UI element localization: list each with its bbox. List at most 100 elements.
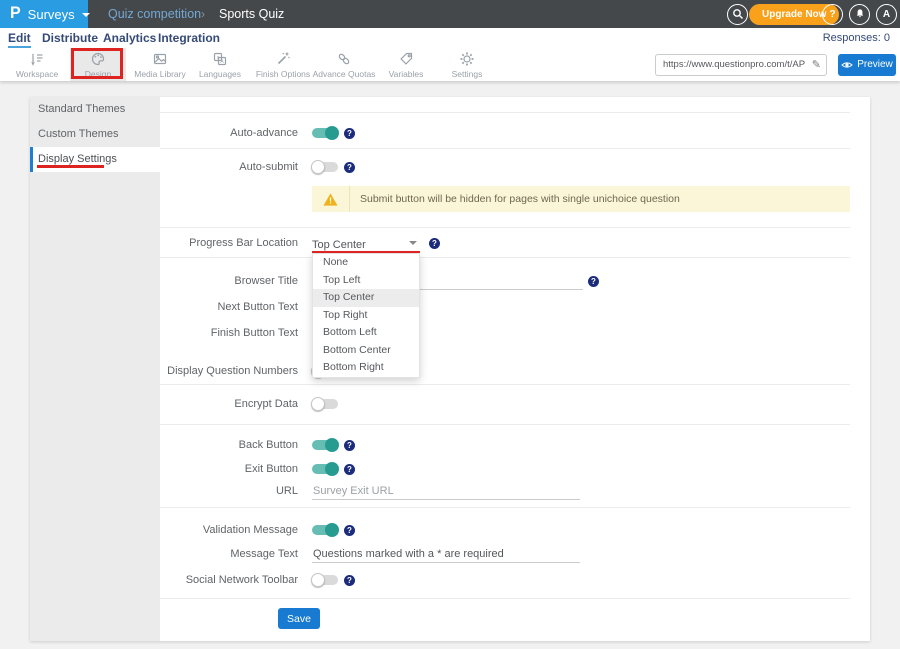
encrypt-data-row: Encrypt Data <box>160 396 850 412</box>
toolbar-design-button[interactable]: Design <box>70 48 126 81</box>
workspace-icon <box>29 51 45 67</box>
message-text-row: Message Text <box>160 546 850 564</box>
section-divider <box>160 257 850 258</box>
progress-bar-location-dropdown: None Top Left Top Center Top Right Botto… <box>312 253 420 378</box>
preview-button-label: Preview <box>857 59 893 70</box>
section-divider <box>160 598 850 599</box>
exit-url-input[interactable] <box>312 483 580 500</box>
themes-sidebar: Standard Themes Custom Themes Display Se… <box>30 97 160 641</box>
exit-button-row: Exit Button ? <box>160 461 850 477</box>
toolbar-button-label: Advance Quotas <box>313 69 376 79</box>
validation-message-toggle[interactable] <box>312 525 338 535</box>
toolbar-languages-button[interactable]: x A Languages <box>192 48 248 81</box>
auto-advance-label: Auto-advance <box>160 125 298 141</box>
progress-bar-help-icon[interactable]: ? <box>429 238 440 249</box>
warning-text: Submit button will be hidden for pages w… <box>350 193 680 205</box>
next-button-text-label: Next Button Text <box>160 299 298 315</box>
search-button[interactable] <box>727 4 748 25</box>
survey-nav: Edit Distribute Analytics Integration Re… <box>0 28 900 48</box>
auto-advance-row: Auto-advance ? <box>160 125 850 141</box>
finish-options-icon <box>275 51 291 67</box>
questionpro-logo: P <box>10 5 21 24</box>
submit-hidden-warning: ! Submit button will be hidden for pages… <box>312 186 850 212</box>
sidebar-item-display-settings[interactable]: Display Settings <box>30 147 160 172</box>
breadcrumb-parent[interactable]: Quiz competition <box>108 7 201 21</box>
section-divider <box>160 148 850 149</box>
display-settings-card: Standard Themes Custom Themes Display Se… <box>30 97 870 641</box>
back-button-toggle[interactable] <box>312 440 338 450</box>
toolbar-settings-button[interactable]: Settings <box>439 48 495 81</box>
nav-tab-distribute[interactable]: Distribute <box>42 31 98 45</box>
progress-bar-location-select[interactable]: Top Center <box>312 235 420 251</box>
auto-submit-row: Auto-submit ? <box>160 159 850 175</box>
exit-button-label: Exit Button <box>160 461 298 477</box>
finish-button-text-row: Finish Button Text <box>160 325 850 343</box>
product-menu-label: Surveys <box>28 7 75 22</box>
sidebar-item-custom-themes[interactable]: Custom Themes <box>30 122 160 147</box>
dropdown-option-bottom-right[interactable]: Bottom Right <box>313 359 419 377</box>
advance-quotas-icon <box>336 51 352 67</box>
toolbar-media-library-button[interactable]: Media Library <box>132 48 188 81</box>
auto-submit-help-icon[interactable]: ? <box>344 162 355 173</box>
toolbar-workspace-button[interactable]: Workspace <box>9 48 65 81</box>
back-button-help-icon[interactable]: ? <box>344 440 355 451</box>
auto-advance-help-icon[interactable]: ? <box>344 128 355 139</box>
toolbar-button-label: Settings <box>452 69 483 79</box>
encrypt-data-label: Encrypt Data <box>160 396 298 412</box>
avatar-initial: A <box>883 9 890 20</box>
toolbar-advance-quotas-button[interactable]: Advance Quotas <box>313 48 375 81</box>
question-mark-icon: ? <box>829 9 835 20</box>
chevron-down-icon <box>409 241 417 245</box>
exit-url-label: URL <box>160 483 298 499</box>
account-avatar[interactable]: A <box>876 4 897 25</box>
survey-url-input[interactable] <box>656 59 807 70</box>
sidebar-item-standard-themes[interactable]: Standard Themes <box>30 97 160 122</box>
auto-advance-toggle[interactable] <box>312 128 338 138</box>
browser-title-help-icon[interactable]: ? <box>588 276 599 287</box>
dropdown-option-bottom-center[interactable]: Bottom Center <box>313 342 419 360</box>
toggle-knob <box>325 126 339 140</box>
dropdown-option-bottom-left[interactable]: Bottom Left <box>313 324 419 342</box>
social-network-toolbar-toggle[interactable] <box>312 575 338 585</box>
save-button[interactable]: Save <box>278 608 320 629</box>
display-question-numbers-label: Display Question Numbers <box>160 363 298 379</box>
preview-button[interactable]: Preview <box>838 54 896 76</box>
progress-bar-location-label: Progress Bar Location <box>160 235 298 251</box>
next-button-text-row: Next Button Text <box>160 299 850 317</box>
auto-submit-label: Auto-submit <box>160 159 298 175</box>
notifications-button[interactable] <box>849 4 870 25</box>
nav-tab-integration[interactable]: Integration <box>158 31 220 45</box>
toolbar-finish-options-button[interactable]: Finish Options <box>252 48 314 81</box>
search-icon <box>732 8 744 20</box>
message-text-input[interactable] <box>312 546 580 563</box>
selected-value: Top Center <box>312 239 366 251</box>
dropdown-option-top-left[interactable]: Top Left <box>313 272 419 290</box>
section-divider <box>160 227 850 228</box>
edit-url-pencil-icon[interactable]: ✎ <box>807 58 826 71</box>
encrypt-data-toggle[interactable] <box>312 399 338 409</box>
exit-button-help-icon[interactable]: ? <box>344 464 355 475</box>
validation-message-help-icon[interactable]: ? <box>344 525 355 536</box>
validation-message-row: Validation Message ? <box>160 522 850 538</box>
exit-url-row: URL <box>160 483 850 501</box>
social-network-toolbar-row: Social Network Toolbar ? <box>160 572 850 588</box>
back-button-label: Back Button <box>160 437 298 453</box>
auto-submit-toggle[interactable] <box>312 162 338 172</box>
toolbar-variables-button[interactable]: Variables <box>378 48 434 81</box>
validation-message-label: Validation Message <box>160 522 298 538</box>
social-network-toolbar-help-icon[interactable]: ? <box>344 575 355 586</box>
responses-counter[interactable]: Responses: 0 <box>823 32 890 44</box>
eye-icon <box>841 60 853 70</box>
surveys-menu[interactable]: P Surveys <box>0 0 88 28</box>
exit-button-toggle[interactable] <box>312 464 338 474</box>
toggle-knob <box>311 160 325 174</box>
nav-tab-analytics[interactable]: Analytics <box>103 31 156 45</box>
back-button-row: Back Button ? <box>160 437 850 453</box>
bell-icon <box>854 8 866 20</box>
dropdown-option-none[interactable]: None <box>313 254 419 272</box>
variables-icon <box>398 51 414 67</box>
help-button[interactable]: ? <box>822 4 843 25</box>
dropdown-option-top-right[interactable]: Top Right <box>313 307 419 325</box>
dropdown-option-top-center[interactable]: Top Center <box>313 289 419 307</box>
nav-tab-edit[interactable]: Edit <box>8 31 31 48</box>
